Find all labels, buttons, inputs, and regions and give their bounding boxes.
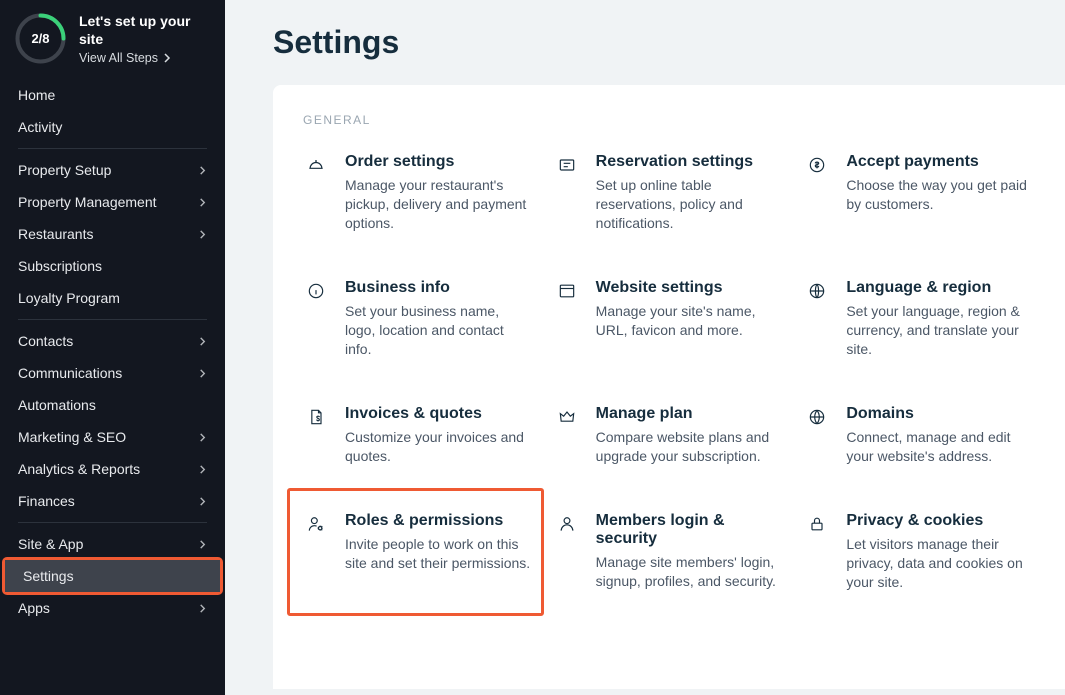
nav-home[interactable]: Home [0,79,225,111]
nav-site-app[interactable]: Site & App [0,528,225,560]
dollar-circle-icon [806,154,828,176]
card-roles-permissions[interactable]: Roles & permissionsInvite people to work… [303,508,534,596]
nav-automations[interactable]: Automations [0,389,225,421]
chevron-right-icon [198,433,207,442]
card-reservation-settings[interactable]: Reservation settingsSet up online table … [554,149,785,237]
card-privacy-cookies[interactable]: Privacy & cookiesLet visitors manage the… [804,508,1035,596]
nav-communications[interactable]: Communications [0,357,225,389]
nav-subscriptions[interactable]: Subscriptions [0,250,225,282]
chevron-right-icon [162,53,172,63]
settings-grid: Order settingsManage your restaurant's p… [303,149,1035,596]
progress-ring: 2/8 [14,12,67,65]
nav-activity[interactable]: Activity [0,111,225,143]
globe-icon [806,280,828,302]
chevron-right-icon [198,166,207,175]
chevron-right-icon [198,604,207,613]
lock-icon [806,513,828,535]
nav-finances[interactable]: Finances [0,485,225,517]
card-business-info[interactable]: Business infoSet your business name, log… [303,275,534,363]
info-circle-icon [305,280,327,302]
setup-title: Let's set up your site [79,12,211,48]
chevron-right-icon [198,465,207,474]
user-gear-icon [305,513,327,535]
chevron-right-icon [198,540,207,549]
nav-settings[interactable]: Settings [5,560,220,592]
card-members-login[interactable]: Members login & securityManage site memb… [554,508,785,596]
settings-panel: GENERAL Order settingsManage your restau… [273,85,1065,689]
chevron-right-icon [198,198,207,207]
card-website-settings[interactable]: Website settingsManage your site's name,… [554,275,785,363]
page-title: Settings [225,0,1065,85]
section-label-general: GENERAL [303,113,1035,127]
cloche-icon [305,154,327,176]
nav-contacts[interactable]: Contacts [0,325,225,357]
nav-marketing-seo[interactable]: Marketing & SEO [0,421,225,453]
chevron-right-icon [198,497,207,506]
nav-property-management[interactable]: Property Management [0,186,225,218]
card-domains[interactable]: DomainsConnect, manage and edit your web… [804,401,1035,470]
crown-icon [556,406,578,428]
globe-icon [806,406,828,428]
chevron-right-icon [198,337,207,346]
chevron-right-icon [198,230,207,239]
view-all-steps-link[interactable]: View All Steps [79,51,211,65]
user-icon [556,513,578,535]
reservation-icon [556,154,578,176]
card-invoices-quotes[interactable]: Invoices & quotesCustomize your invoices… [303,401,534,470]
invoice-icon [305,406,327,428]
main: Settings GENERAL Order settingsManage yo… [225,0,1065,695]
nav-settings-highlight: Settings [2,557,223,595]
sidebar: 2/8 Let's set up your site View All Step… [0,0,225,695]
card-accept-payments[interactable]: Accept paymentsChoose the way you get pa… [804,149,1035,237]
nav-property-setup[interactable]: Property Setup [0,154,225,186]
card-language-region[interactable]: Language & regionSet your language, regi… [804,275,1035,363]
chevron-right-icon [198,369,207,378]
setup-progress-block: 2/8 Let's set up your site View All Step… [0,0,225,79]
card-manage-plan[interactable]: Manage planCompare website plans and upg… [554,401,785,470]
nav-analytics[interactable]: Analytics & Reports [0,453,225,485]
browser-icon [556,280,578,302]
progress-counter: 2/8 [14,12,67,65]
card-order-settings[interactable]: Order settingsManage your restaurant's p… [303,149,534,237]
nav-apps[interactable]: Apps [0,592,225,624]
nav-loyalty[interactable]: Loyalty Program [0,282,225,314]
nav-restaurants[interactable]: Restaurants [0,218,225,250]
nav: Home Activity Property Setup Property Ma… [0,79,225,634]
